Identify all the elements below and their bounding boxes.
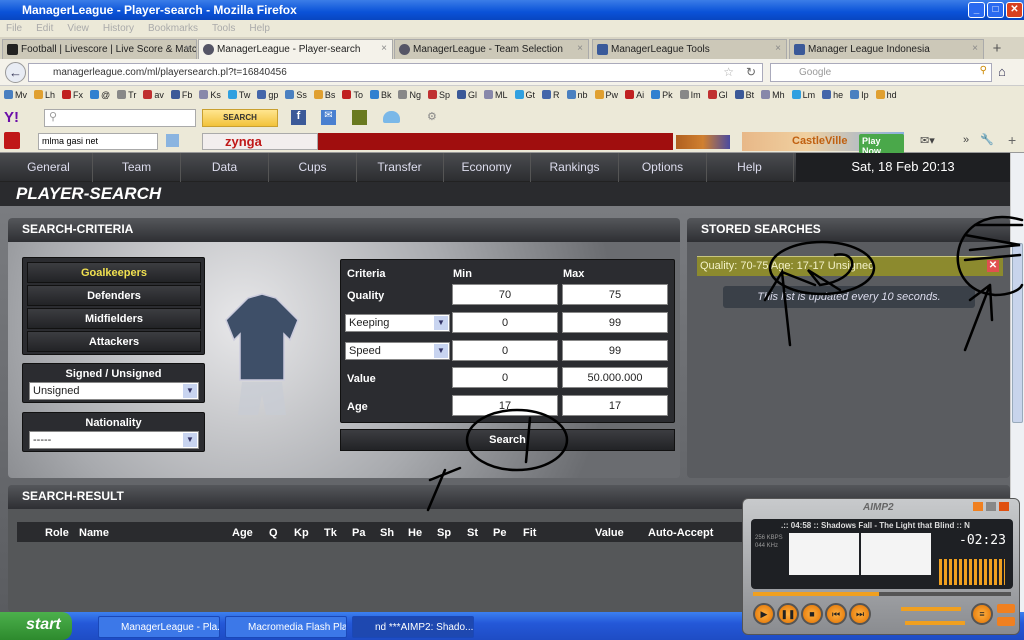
task-aimp[interactable]: nd ***AIMP2: Shado...: [352, 616, 474, 638]
aimp-spectrum: [939, 559, 1005, 585]
pause-button[interactable]: ❚❚: [777, 603, 799, 625]
task-firefox[interactable]: ManagerLeague - Pla...: [98, 616, 220, 638]
annotation-scribble: [963, 223, 1024, 262]
annotation-circle-entry: [768, 240, 876, 296]
aimp-time: -02:23: [959, 533, 1006, 548]
aimp-progress-bar[interactable]: [753, 592, 1011, 596]
previous-button[interactable]: ⏮: [825, 603, 847, 625]
effects-button[interactable]: [997, 617, 1015, 626]
balance-slider[interactable]: [905, 621, 965, 625]
next-button[interactable]: ⏭: [849, 603, 871, 625]
aimp-tray-button[interactable]: [986, 502, 996, 511]
aimp-track-title: .:: 04:58 :: Shadows Fall - The Light th…: [781, 521, 970, 530]
playlist-button[interactable]: ≡: [971, 603, 993, 625]
aimp-min-button[interactable]: [973, 502, 983, 511]
annotation-arrow-entry: [763, 268, 817, 347]
annotation-stroke: [524, 416, 532, 464]
equalizer-button[interactable]: [997, 604, 1015, 613]
play-button[interactable]: ▶: [753, 603, 775, 625]
aimp-bitrate: 256 KBPS: [755, 535, 783, 541]
stop-button[interactable]: ■: [801, 603, 823, 625]
start-button[interactable]: start: [0, 612, 72, 640]
aimp-display: .:: 04:58 :: Shadows Fall - The Light th…: [751, 519, 1013, 589]
task-label: ManagerLeague - Pla...: [121, 622, 220, 633]
task-flash-player[interactable]: Macromedia Flash Pla...: [225, 616, 347, 638]
aimp-logo: AIMP2: [863, 502, 894, 513]
aimp-player[interactable]: AIMP2 .:: 04:58 :: Shadows Fall - The Li…: [742, 498, 1020, 635]
volume-slider[interactable]: [901, 607, 961, 611]
vu-meter-right: [861, 533, 931, 575]
annotation-circle-search: [465, 408, 569, 472]
task-label: nd ***AIMP2: Shado...: [375, 622, 474, 633]
annotation-arrow-search: [426, 466, 462, 512]
aimp-close-button[interactable]: [999, 502, 1009, 511]
aimp-frequency: 044 KHz: [755, 543, 779, 549]
vu-meter-left: [789, 533, 859, 575]
task-label: Macromedia Flash Pla...: [248, 622, 347, 633]
